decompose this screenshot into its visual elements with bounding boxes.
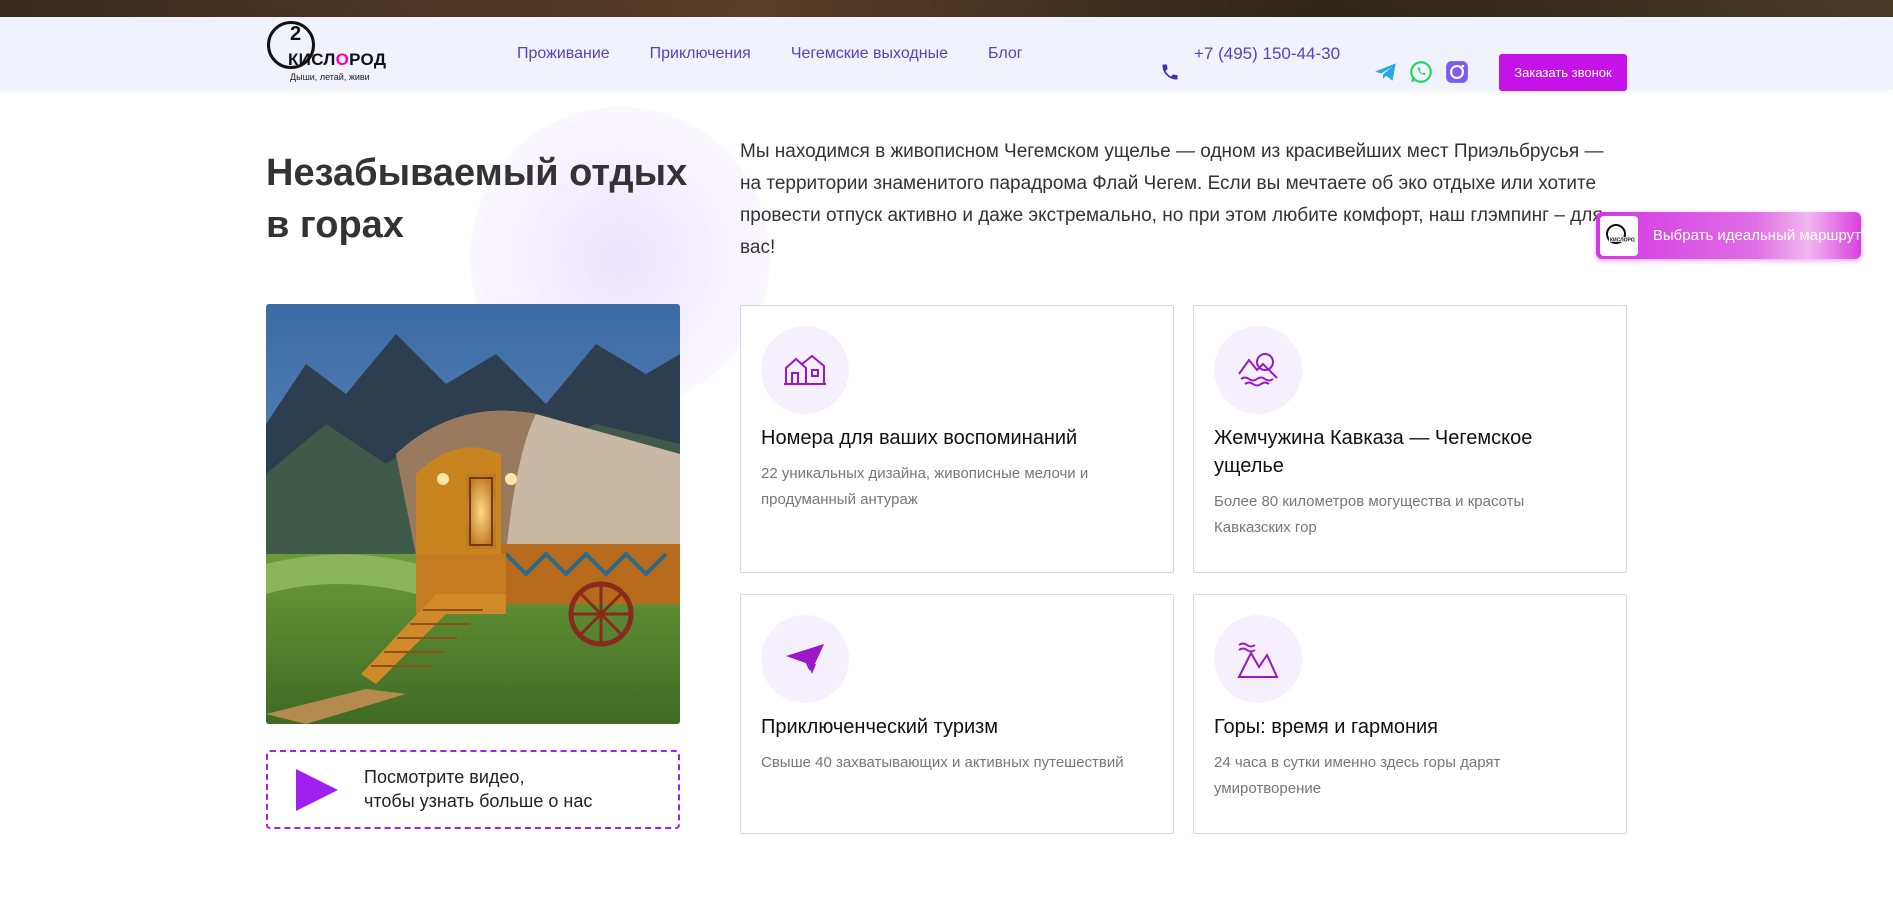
feature-card-caucasus: Жемчужина Кавказа — Чегемское ущелье Бол… [1193, 305, 1627, 573]
feature-description: 22 уникальных дизайна, живописные мелочи… [761, 465, 1089, 508]
mini-logo-icon: КИСЛОРОД [1605, 223, 1635, 244]
feature-icon-circle [1214, 326, 1302, 414]
telegram-icon[interactable] [1373, 59, 1399, 85]
choose-route-label: Выбрать идеальный маршрут [1652, 227, 1861, 244]
logo-word-pre: КИСЛ [288, 50, 336, 69]
site-logo[interactable]: 2 КИСЛОРОД Дыши, летай, живи [266, 17, 396, 85]
logo-word-o: О [335, 50, 350, 69]
route-logo-thumbnail: КИСЛОРОД [1600, 215, 1638, 256]
feature-card-rooms: Номера для ваших воспоминаний 22 уникаль… [740, 305, 1174, 573]
houses-icon [784, 354, 826, 385]
choose-route-button[interactable]: КИСЛОРОД Выбрать идеальный маршрут [1596, 212, 1861, 259]
mountain-pearl-icon [1238, 353, 1278, 387]
svg-text:КИСЛОРОД: КИСЛОРОД [1610, 237, 1635, 243]
feature-icon-circle [761, 615, 849, 703]
logo-tagline: Дыши, летай, живи [290, 72, 370, 82]
site-header: 2 КИСЛОРОД Дыши, летай, живи Проживание … [0, 17, 1893, 91]
feature-description: Более 80 километров могущества и красоты… [1214, 493, 1525, 536]
watch-video-box[interactable]: Посмотрите видео, чтобы узнать больше о … [266, 750, 680, 829]
feature-title: Номера для ваших воспоминаний [761, 427, 1078, 449]
feature-card-adventure: Приключенческий туризм Свыше 40 захватыв… [740, 594, 1174, 834]
intro-text: Мы находимся в живописном Чегемском ущел… [740, 141, 1604, 258]
nav-item-adventures[interactable]: Приключения [650, 45, 751, 63]
nav-item-accommodation[interactable]: Проживание [517, 45, 610, 63]
video-caption-line-2: чтобы узнать больше о нас [364, 791, 593, 811]
feature-title: Жемчужина Кавказа — Чегемское ущелье [1214, 427, 1533, 477]
viber-icon[interactable] [1444, 59, 1470, 85]
mountains-icon [1237, 642, 1279, 678]
top-banner-strip [0, 0, 1893, 17]
page-title: Незабываемый отдых в горах [266, 152, 688, 246]
feature-icon-circle [1214, 615, 1302, 703]
feature-title: Горы: время и гармония [1214, 716, 1438, 738]
feature-card-mountains: Горы: время и гармония 24 часа в сутки и… [1193, 594, 1627, 834]
phone-link[interactable]: +7 (495) 150-44-30 [1194, 44, 1340, 64]
nav-item-chegem-weekends[interactable]: Чегемские выходные [791, 45, 948, 63]
hang-glider-icon [786, 644, 824, 674]
nav-item-blog[interactable]: Блог [988, 45, 1023, 63]
logo-word-post: РОД [349, 50, 387, 69]
logo-mark: 2 [290, 23, 302, 45]
whatsapp-icon[interactable] [1408, 59, 1434, 85]
play-icon[interactable] [294, 767, 340, 813]
feature-description: Свыше 40 захватывающих и активных путеше… [761, 754, 1124, 771]
feature-description: 24 часа в сутки именно здесь горы дарят … [1214, 754, 1501, 797]
glamping-wagon-photo [266, 304, 680, 724]
video-caption: Посмотрите видео, чтобы узнать больше о … [364, 765, 592, 813]
phone-icon [1162, 64, 1178, 80]
feature-icon-circle [761, 326, 849, 414]
logo-wordmark: КИСЛОРОД [288, 50, 386, 70]
request-call-button[interactable]: Заказать звонок [1499, 54, 1627, 91]
feature-title: Приключенческий туризм [761, 716, 999, 738]
wagon-illustration [266, 304, 680, 724]
video-caption-line-1: Посмотрите видео, [364, 767, 525, 787]
main-nav: Проживание Приключения Чегемские выходны… [517, 45, 1023, 63]
